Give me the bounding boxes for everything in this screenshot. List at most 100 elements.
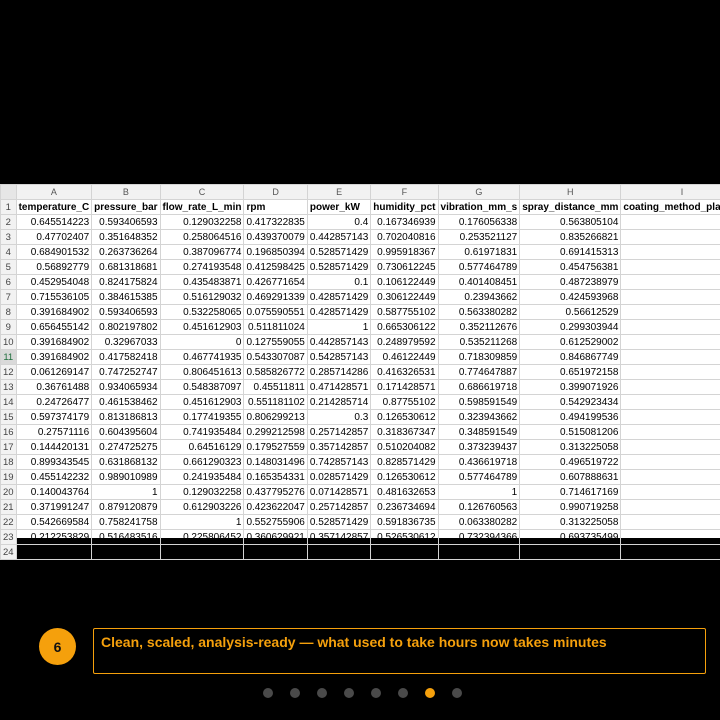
table-cell[interactable]: 0.715536105	[15, 289, 93, 305]
row-number[interactable]: 7	[0, 289, 17, 305]
table-cell[interactable]: 0.46122449	[370, 349, 439, 365]
table-cell[interactable]: 0.511811024	[243, 319, 308, 335]
table-cell[interactable]: 0.23943662	[437, 289, 521, 305]
table-cell[interactable]: 0.452954048	[15, 274, 93, 290]
table-cell[interactable]: 0.417322835	[243, 214, 308, 230]
row-number[interactable]: 9	[0, 319, 17, 335]
pager-dot[interactable]	[262, 688, 273, 698]
table-cell[interactable]: 0.225806452	[159, 529, 245, 545]
table-cell[interactable]: 0.399071926	[519, 379, 622, 395]
table-cell[interactable]: 0.165354331	[243, 469, 308, 485]
table-cell[interactable]: 0.758241758	[91, 514, 161, 530]
table-cell[interactable]: 1	[620, 229, 720, 245]
row-number[interactable]: 1	[0, 199, 17, 215]
row-number[interactable]: 14	[0, 394, 17, 410]
table-cell[interactable]: 0.285714286	[306, 364, 372, 380]
column-header[interactable]: temperature_C	[15, 199, 93, 215]
table-cell[interactable]: 0.528571429	[306, 244, 372, 260]
table-cell[interactable]: 0.700787402	[243, 544, 308, 560]
table-cell[interactable]: 0.351648352	[91, 229, 161, 245]
table-cell[interactable]: 0.661290323	[159, 454, 245, 470]
table-cell[interactable]: 0.391684902	[15, 304, 93, 320]
row-number[interactable]: 13	[0, 379, 17, 395]
table-cell[interactable]: 0.45511811	[243, 379, 308, 395]
table-cell[interactable]: 0.604395604	[91, 424, 161, 440]
table-cell[interactable]: 0.543307087	[243, 349, 308, 365]
table-cell[interactable]: 1	[620, 409, 720, 425]
table-cell[interactable]: 0.248979592	[370, 334, 439, 350]
table-cell[interactable]: 0.451612903	[159, 394, 245, 410]
table-cell[interactable]: 0.424593968	[519, 289, 622, 305]
table-cell[interactable]: 0.436619718	[437, 454, 521, 470]
table-cell[interactable]: 0.535211268	[437, 334, 521, 350]
table-cell[interactable]: 0.196850394	[243, 244, 308, 260]
row-number[interactable]: 10	[0, 334, 17, 350]
table-cell[interactable]: 0.360629921	[243, 529, 308, 545]
table-cell[interactable]: 0.515081206	[519, 424, 622, 440]
table-cell[interactable]: 0.348591549	[437, 424, 521, 440]
table-cell[interactable]: 0.157142857	[306, 544, 372, 560]
table-cell[interactable]: 0.461538462	[91, 394, 161, 410]
table-cell[interactable]: 0.934065934	[91, 379, 161, 395]
table-cell[interactable]: 1	[620, 514, 720, 530]
column-header[interactable]: vibration_mm_s	[437, 199, 521, 215]
table-cell[interactable]: 0.352112676	[437, 319, 521, 335]
row-number[interactable]: 2	[0, 214, 17, 230]
table-cell[interactable]: 0.299303944	[519, 319, 622, 335]
table-cell[interactable]: 0.645514223	[15, 214, 93, 230]
table-cell[interactable]: 0.214285714	[306, 394, 372, 410]
table-cell[interactable]: 0.075590551	[243, 304, 308, 320]
table-cell[interactable]: 0.384615385	[91, 544, 161, 560]
table-cell[interactable]: 1	[620, 454, 720, 470]
column-header[interactable]: coating_method_plasma	[620, 199, 720, 215]
column-header[interactable]: spray_distance_mm	[519, 199, 622, 215]
row-number[interactable]: 23	[0, 529, 17, 545]
column-letter-a[interactable]: A	[15, 184, 93, 200]
table-cell[interactable]: 0.879120879	[91, 499, 161, 515]
row-number[interactable]: 8	[0, 304, 17, 320]
table-cell[interactable]: 0	[620, 394, 720, 410]
table-cell[interactable]: 0.813186813	[91, 409, 161, 425]
table-cell[interactable]: 1	[620, 529, 720, 545]
table-cell[interactable]: 0.36761488	[15, 379, 93, 395]
column-header[interactable]: rpm	[243, 199, 308, 215]
table-cell[interactable]: 0.167346939	[370, 214, 439, 230]
table-cell[interactable]: 0.693735499	[519, 529, 622, 545]
table-cell[interactable]: 0.828571429	[370, 454, 439, 470]
table-cell[interactable]: 0.4	[306, 214, 372, 230]
table-cell[interactable]: 0.236734694	[370, 499, 439, 515]
row-number[interactable]: 20	[0, 484, 17, 500]
pager-dot[interactable]	[343, 688, 354, 698]
table-cell[interactable]: 0.313225058	[519, 439, 622, 455]
table-cell[interactable]: 1	[159, 514, 245, 530]
table-cell[interactable]: 0.516129032	[159, 289, 245, 305]
table-cell[interactable]: 0.548387097	[159, 379, 245, 395]
table-cell[interactable]: 0.306122449	[370, 289, 439, 305]
row-number[interactable]: 6	[0, 274, 17, 290]
table-cell[interactable]: 1	[620, 274, 720, 290]
table-cell[interactable]: 0.391684902	[15, 334, 93, 350]
row-number[interactable]: 19	[0, 469, 17, 485]
table-cell[interactable]: 0.526530612	[370, 529, 439, 545]
table-cell[interactable]: 0.241935484	[159, 469, 245, 485]
table-cell[interactable]: 0.451612903	[159, 319, 245, 335]
table-cell[interactable]: 1	[437, 484, 521, 500]
table-cell[interactable]: 0.373239437	[437, 439, 521, 455]
table-cell[interactable]: 1	[620, 289, 720, 305]
table-cell[interactable]: 0.416326531	[370, 364, 439, 380]
table-cell[interactable]: 0.338709677	[159, 544, 245, 560]
table-cell[interactable]: 0	[159, 334, 245, 350]
table-cell[interactable]: 1	[620, 499, 720, 515]
table-cell[interactable]: 0	[620, 214, 720, 230]
table-cell[interactable]: 0.357142857	[306, 439, 372, 455]
table-cell[interactable]: 0.263736264	[91, 244, 161, 260]
table-cell[interactable]: 0.714617169	[519, 484, 622, 500]
table-cell[interactable]: 0.258064516	[159, 229, 245, 245]
table-cell[interactable]: 0.577464789	[437, 469, 521, 485]
table-cell[interactable]: 0.129032258	[159, 484, 245, 500]
table-cell[interactable]: 0.371991247	[15, 499, 93, 515]
column-header[interactable]: humidity_pct	[370, 199, 439, 215]
row-number[interactable]: 5	[0, 259, 17, 275]
table-cell[interactable]: 0.612903226	[159, 499, 245, 515]
table-cell[interactable]: 0.423622047	[243, 499, 308, 515]
